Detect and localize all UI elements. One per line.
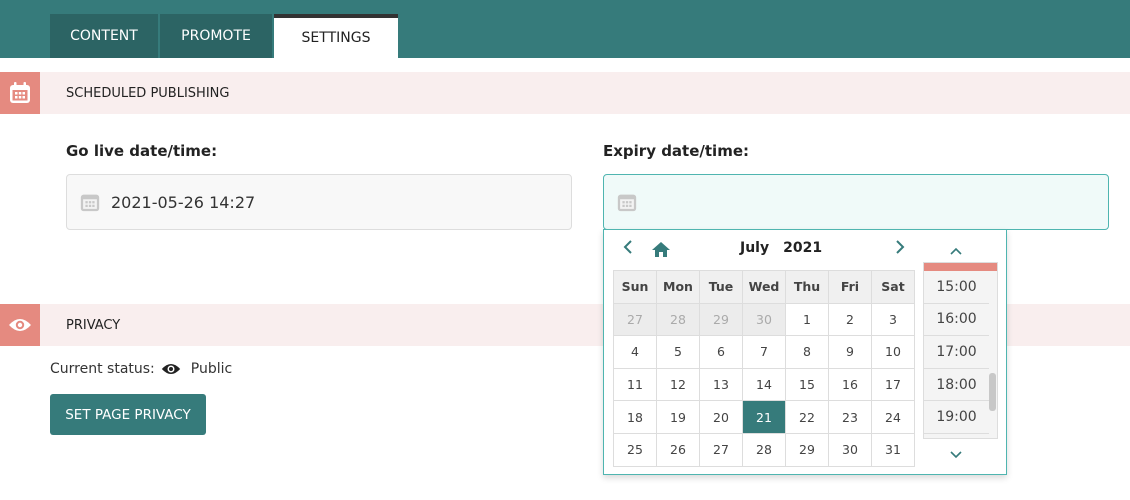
- weekday-header: Sat: [871, 270, 915, 304]
- calendar-day[interactable]: 5: [656, 335, 700, 369]
- year-label: 2021: [783, 240, 823, 256]
- calendar-day-prev-month[interactable]: 28: [656, 302, 700, 337]
- calendar-day[interactable]: 3: [871, 302, 915, 337]
- calendar-day[interactable]: 28: [742, 432, 786, 467]
- calendar-day[interactable]: 16: [828, 367, 872, 402]
- calendar-day[interactable]: 9: [828, 335, 872, 369]
- calendar-week-row: 18 19 20 21 22 23 24: [613, 400, 915, 434]
- time-option[interactable]: 19:00: [924, 401, 989, 434]
- eye-icon: [161, 364, 180, 374]
- calendar-day[interactable]: 19: [656, 400, 700, 434]
- calendar-day[interactable]: 4: [613, 335, 657, 369]
- calendar-icon: [80, 194, 100, 212]
- calendar-day[interactable]: 24: [871, 400, 915, 434]
- prev-month-button[interactable]: [622, 238, 634, 261]
- weekday-header: Sun: [613, 270, 657, 304]
- weekday-header: Thu: [785, 270, 829, 304]
- set-page-privacy-button[interactable]: SET PAGE PRIVACY: [50, 394, 206, 435]
- weekday-header: Tue: [699, 270, 743, 304]
- tab-settings[interactable]: SETTINGS: [274, 14, 398, 58]
- section-title: SCHEDULED PUBLISHING: [66, 85, 230, 101]
- time-list-scrollbar[interactable]: [989, 373, 996, 411]
- calendar-day[interactable]: 12: [656, 367, 700, 402]
- datetime-picker-popup: July 2021 Sun Mon Tue Wed Thu Fri Sat 27 28 29 30 1…: [603, 229, 1007, 475]
- calendar-day[interactable]: 22: [785, 400, 829, 434]
- calendar-icon: [617, 194, 637, 212]
- month-label: July: [740, 240, 770, 256]
- calendar-day[interactable]: 2: [828, 302, 872, 337]
- calendar-day[interactable]: 31: [871, 432, 915, 467]
- tab-content[interactable]: CONTENT: [50, 14, 158, 58]
- today-button[interactable]: [651, 241, 671, 263]
- month-year-title: July 2021: [740, 240, 822, 256]
- calendar-day[interactable]: 17: [871, 367, 915, 402]
- chevron-left-icon: [623, 240, 632, 254]
- calendar-day[interactable]: 10: [871, 335, 915, 369]
- chevron-right-icon: [896, 240, 905, 254]
- section-title: PRIVACY: [66, 317, 121, 333]
- eye-icon: [0, 304, 40, 346]
- calendar-day[interactable]: 6: [699, 335, 743, 369]
- time-scroll-up-button[interactable]: [949, 244, 963, 260]
- calendar-day[interactable]: 1: [785, 302, 829, 337]
- calendar-day[interactable]: 20: [699, 400, 743, 434]
- calendar-day-prev-month[interactable]: 29: [699, 302, 743, 337]
- calendar-day[interactable]: 18: [613, 400, 657, 434]
- calendar-day[interactable]: 27: [699, 432, 743, 467]
- time-option[interactable]: 17:00: [924, 336, 989, 369]
- time-scroll-down-button[interactable]: [949, 448, 963, 464]
- calendar-day[interactable]: 23: [828, 400, 872, 434]
- privacy-status: Current status: Public: [50, 361, 232, 377]
- calendar-week-row: 25 26 27 28 29 30 31: [613, 432, 915, 467]
- chevron-down-icon: [950, 451, 962, 459]
- tab-promote[interactable]: PROMOTE: [160, 14, 272, 58]
- status-label: Current status:: [50, 361, 155, 377]
- calendar-day[interactable]: 14: [742, 367, 786, 402]
- calendar-day-prev-month[interactable]: 30: [742, 302, 786, 337]
- weekday-header: Wed: [742, 270, 786, 304]
- status-value: Public: [190, 361, 233, 377]
- time-option[interactable]: 16:00: [924, 304, 989, 337]
- go-live-label: Go live date/time:: [66, 142, 218, 160]
- calendar-day[interactable]: 15: [785, 367, 829, 402]
- scheduled-publishing-header: SCHEDULED PUBLISHING: [0, 72, 1130, 114]
- calendar-day[interactable]: 30: [828, 432, 872, 467]
- expiry-label: Expiry date/time:: [603, 142, 749, 160]
- calendar-day[interactable]: 7: [742, 335, 786, 369]
- home-icon: [652, 242, 670, 257]
- calendar-grid: Sun Mon Tue Wed Thu Fri Sat 27 28 29 30 1 2 3 4 5 6 7 8 9 1…: [613, 270, 915, 467]
- expiry-input[interactable]: [603, 174, 1109, 230]
- time-option[interactable]: 18:00: [924, 369, 989, 402]
- top-nav-bar: CONTENT PROMOTE SETTINGS: [0, 0, 1130, 58]
- chevron-up-icon: [950, 247, 962, 255]
- calendar-week-row: 11 12 13 14 15 16 17: [613, 367, 915, 402]
- calendar-day[interactable]: 8: [785, 335, 829, 369]
- time-list[interactable]: 15:00 16:00 17:00 18:00 19:00: [923, 262, 998, 439]
- calendar-day-selected[interactable]: 21: [742, 400, 786, 434]
- next-month-button[interactable]: [894, 238, 906, 261]
- calendar-week-row: 27 28 29 30 1 2 3: [613, 302, 915, 337]
- calendar-day[interactable]: 13: [699, 367, 743, 402]
- calendar-day[interactable]: 11: [613, 367, 657, 402]
- calendar-day[interactable]: 26: [656, 432, 700, 467]
- time-list-indicator: [924, 263, 997, 271]
- go-live-value: 2021-05-26 14:27: [111, 192, 256, 212]
- time-option[interactable]: 15:00: [924, 271, 989, 304]
- calendar-icon: [0, 72, 40, 114]
- calendar-day-prev-month[interactable]: 27: [613, 302, 657, 337]
- weekday-header: Fri: [828, 270, 872, 304]
- calendar-day[interactable]: 29: [785, 432, 829, 467]
- go-live-input[interactable]: 2021-05-26 14:27: [66, 174, 572, 230]
- calendar-week-row: 4 5 6 7 8 9 10: [613, 335, 915, 369]
- weekday-header: Mon: [656, 270, 700, 304]
- calendar-day[interactable]: 25: [613, 432, 657, 467]
